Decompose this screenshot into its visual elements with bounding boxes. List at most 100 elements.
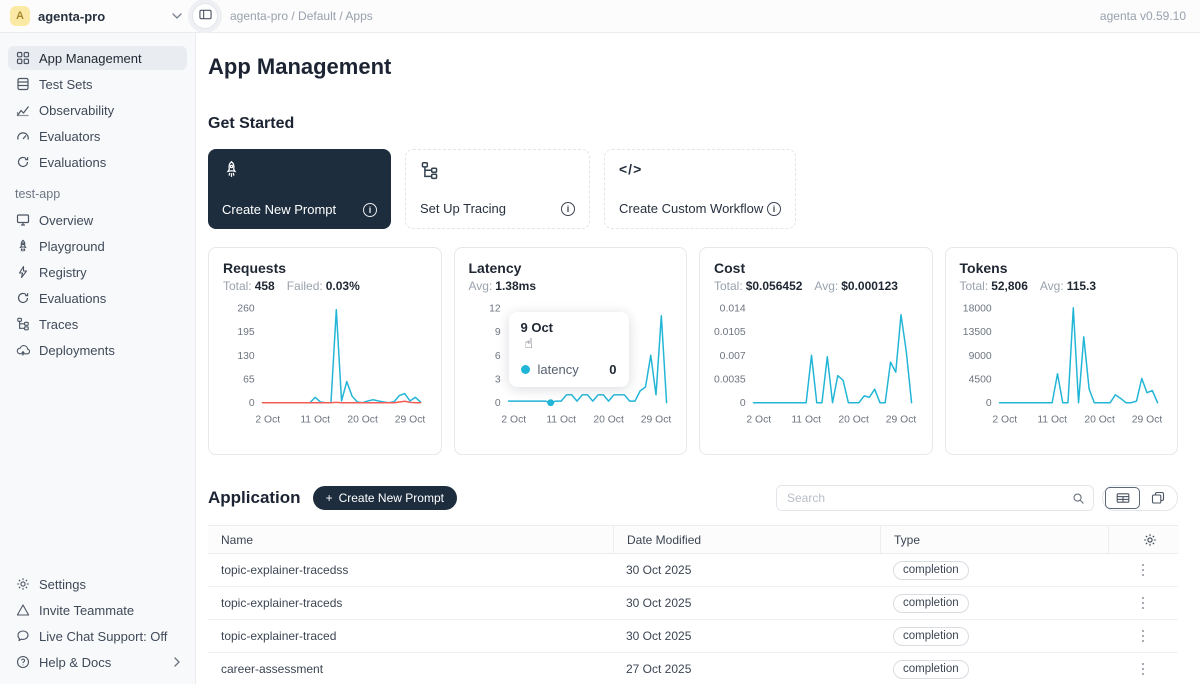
svg-text:12: 12 [489, 303, 501, 314]
svg-text:13500: 13500 [962, 327, 991, 338]
requests-chart: 0651301952602 Oct11 Oct20 Oct29 Oct [223, 298, 427, 428]
topbar: A agenta-pro agenta-pro / Default / Apps… [0, 0, 1200, 33]
search-icon[interactable] [1072, 492, 1085, 505]
sidebar-item-traces[interactable]: Traces [8, 312, 187, 336]
info-icon[interactable]: i [767, 202, 781, 216]
sidebar-item-playground[interactable]: Playground [8, 234, 187, 258]
lightning-icon [15, 265, 30, 279]
sidebar-item-test-sets[interactable]: Test Sets [8, 72, 187, 96]
search-box[interactable] [776, 485, 1094, 511]
table-row[interactable]: topic-explainer-traceds 30 Oct 2025 comp… [208, 587, 1178, 620]
svg-text:11 Oct: 11 Oct [791, 414, 821, 425]
tokens-chart-card: Tokens Total:52,806 Avg:115.3 0450090001… [945, 247, 1179, 455]
workspace-switcher[interactable]: A agenta-pro [0, 6, 196, 26]
table-row[interactable]: career-assessment 27 Oct 2025 completion [208, 653, 1178, 684]
view-toggle [1102, 485, 1178, 511]
metric-charts-row: Requests Total:458 Failed:0.03% 06513019… [208, 247, 1178, 455]
sidebar-item-overview[interactable]: Overview [8, 208, 187, 232]
row-menu-button[interactable] [1136, 560, 1151, 581]
app-name[interactable]: topic-explainer-traced [208, 629, 613, 643]
column-header-name[interactable]: Name [208, 526, 613, 553]
application-heading: Application [208, 488, 301, 508]
sidebar-item-label: Overview [39, 213, 93, 228]
stat-value: 1.38ms [495, 279, 536, 293]
card-label: Create Custom Workflow [619, 201, 763, 216]
chart-title: Cost [714, 260, 918, 276]
app-name[interactable]: topic-explainer-traceds [208, 596, 613, 610]
breadcrumb[interactable]: agenta-pro / Default / Apps [230, 9, 373, 23]
plus-icon: + [326, 491, 333, 505]
svg-text:20 Oct: 20 Oct [838, 414, 869, 425]
create-new-prompt-button[interactable]: + Create New Prompt [313, 486, 457, 510]
code-icon: </> [619, 161, 781, 177]
info-icon[interactable]: i [363, 203, 377, 217]
tracing-icon [420, 161, 575, 185]
sidebar-item-label: Invite Teammate [39, 603, 134, 618]
svg-text:29 Oct: 29 Oct [1131, 414, 1162, 425]
sidebar-item-label: Playground [39, 239, 105, 254]
sidebar-item-label: Evaluations [39, 291, 106, 306]
svg-text:0: 0 [249, 398, 255, 409]
chevron-right-icon [174, 657, 180, 667]
row-menu-button[interactable] [1136, 659, 1151, 680]
triangle-icon [15, 603, 30, 617]
svg-text:2 Oct: 2 Oct [992, 414, 1017, 425]
cost-chart: 00.00350.0070.01050.0142 Oct11 Oct20 Oct… [714, 298, 918, 428]
chart-stats: Total:$0.056452 Avg:$0.000123 [714, 279, 918, 293]
svg-text:29 Oct: 29 Oct [886, 414, 917, 425]
sidebar-item-evaluations[interactable]: Evaluations [8, 150, 187, 174]
sidebar-item-invite-teammate[interactable]: Invite Teammate [8, 598, 187, 622]
app-name[interactable]: topic-explainer-tracedss [208, 563, 613, 577]
applications-table: Name Date Modified Type topic-explainer-… [208, 525, 1178, 684]
chart-title: Requests [223, 260, 427, 276]
chart-tooltip: 9 Oct ☝ latency 0 [509, 312, 629, 387]
sidebar-item-live-chat[interactable]: Live Chat Support: Off [8, 624, 187, 648]
sidebar-item-settings[interactable]: Settings [8, 572, 187, 596]
set-up-tracing-card[interactable]: Set Up Tracing i [405, 149, 590, 229]
get-started-cards: Create New Prompt i Set Up Tracing i </>… [208, 149, 1178, 229]
card-label: Set Up Tracing [420, 201, 506, 216]
table-row[interactable]: topic-explainer-tracedss 30 Oct 2025 com… [208, 554, 1178, 587]
sidebar-footer-nav: Settings Invite Teammate Live Chat Suppo… [0, 572, 195, 684]
create-custom-workflow-card[interactable]: </> Create Custom Workflow i [604, 149, 796, 229]
tooltip-value: 0 [609, 362, 616, 377]
svg-text:130: 130 [237, 351, 255, 362]
sidebar-toggle-button[interactable] [192, 3, 218, 29]
sidebar-item-help-docs[interactable]: Help & Docs [8, 650, 187, 674]
svg-text:0.014: 0.014 [720, 303, 746, 314]
table-settings-button[interactable] [1108, 526, 1178, 553]
create-new-prompt-card[interactable]: Create New Prompt i [208, 149, 391, 229]
app-version: agenta v0.59.10 [1100, 9, 1200, 23]
sidebar-item-label: Deployments [39, 343, 115, 358]
svg-text:0.0105: 0.0105 [714, 327, 746, 338]
card-label: Create New Prompt [222, 202, 336, 217]
card-view-button[interactable] [1140, 487, 1175, 509]
sidebar-item-deployments[interactable]: Deployments [8, 338, 187, 362]
stat-label: Avg: [1040, 279, 1064, 293]
app-date-modified: 30 Oct 2025 [613, 596, 880, 610]
tooltip-series-name: latency [538, 362, 579, 377]
table-row[interactable]: topic-explainer-traced 30 Oct 2025 compl… [208, 620, 1178, 653]
help-icon [15, 655, 30, 669]
table-view-icon [1116, 491, 1130, 505]
row-menu-button[interactable] [1136, 593, 1151, 614]
sidebar-item-registry[interactable]: Registry [8, 260, 187, 284]
row-menu-button[interactable] [1136, 626, 1151, 647]
table-header: Name Date Modified Type [208, 525, 1178, 554]
column-header-date-modified[interactable]: Date Modified [613, 526, 880, 553]
svg-text:0.007: 0.007 [720, 351, 746, 362]
sidebar-item-evaluations-app[interactable]: Evaluations [8, 286, 187, 310]
table-view-button[interactable] [1105, 487, 1140, 509]
sidebar-item-app-management[interactable]: App Management [8, 46, 187, 70]
stat-label: Avg: [469, 279, 493, 293]
search-input[interactable] [787, 491, 1072, 505]
svg-text:9: 9 [494, 327, 500, 338]
chat-icon [15, 629, 30, 643]
column-header-type[interactable]: Type [880, 526, 1108, 553]
app-name[interactable]: career-assessment [208, 662, 613, 676]
info-icon[interactable]: i [561, 202, 575, 216]
panel-left-icon [199, 8, 212, 24]
sidebar-item-evaluators[interactable]: Evaluators [8, 124, 187, 148]
sidebar-item-observability[interactable]: Observability [8, 98, 187, 122]
chevron-down-icon[interactable] [172, 13, 182, 19]
